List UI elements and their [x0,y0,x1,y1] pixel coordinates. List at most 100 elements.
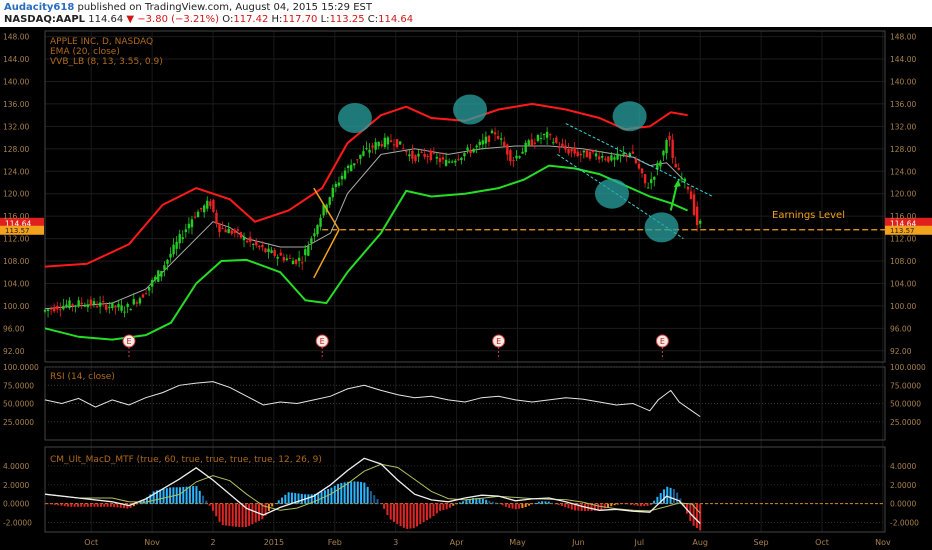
macd-tick-label-left: 2.0000 [3,481,29,490]
macd-tick-label: 4.0000 [890,462,916,471]
macd-histogram-bar [491,501,494,504]
candle-body [279,252,282,256]
candle-body [527,140,530,146]
candle-body [150,279,154,287]
macd-histogram-bar [630,503,633,505]
y-tick-label-right: 128.00 [890,145,916,154]
candle-body [469,150,472,154]
macd-histogram-bar [603,503,606,509]
candle-body [625,154,628,156]
candle-body [65,304,68,307]
macd-histogram-bar [518,503,521,509]
legend-vvb: VVB_LB (8, 13, 3.55, 0.9) [50,57,163,67]
macd-histogram-bar [202,495,205,504]
macd-histogram-bar [412,503,415,529]
macd-histogram-bar [350,481,353,504]
macd-histogram-bar [544,501,547,504]
macd-histogram-bar [495,502,498,504]
macd-histogram-bar [531,503,534,505]
macd-histogram-bar [666,486,669,504]
macd-histogram-bar [346,481,349,504]
y-tick-label-left: 92.00 [3,347,25,356]
candle-body [594,153,598,157]
candle-body [414,155,417,161]
candle-body [643,174,647,184]
x-tick-label: 3 [393,538,398,547]
macd-histogram-bar [106,503,109,507]
y-tick-label-left: 124.00 [3,167,29,176]
candle-body [267,248,270,253]
candle-body [395,139,399,148]
candle-body [46,309,50,311]
macd-histogram-bar [369,491,372,504]
macd-histogram-bar [419,503,422,525]
rsi-tick-label-left: 100.0000 [3,363,39,372]
candle-body [221,228,224,230]
candle-body [561,143,564,147]
candle-body [646,187,650,189]
legend-symbol: APPLE INC, D, NASDAQ [50,37,153,47]
macd-histogram-bar [228,503,231,526]
candle-body [536,135,540,141]
candle-body [147,286,151,291]
x-tick-label: Feb [328,538,342,547]
candle-body [193,216,197,218]
candle-body [132,299,135,305]
candle-body [187,223,191,229]
candle-body [454,160,457,163]
author-link[interactable]: Audacity618 [4,2,74,13]
macd-histogram-bar [113,503,116,508]
symbol: NASDAQ:AAPL [4,14,86,25]
macd-histogram-bar [234,503,237,527]
x-tick-label: Nov [144,538,160,547]
candle-body [567,149,570,154]
macd-histogram-bar [429,503,432,519]
candle-body [463,153,466,157]
rsi-tick-label-left: 50.0000 [3,400,34,409]
candle-body [163,265,166,270]
macd-histogram-bar [695,503,698,529]
candle-body [674,163,677,168]
price-chart[interactable]: E E E E114.64113.57114.64113.57 100.0000100… [0,27,932,550]
macd-histogram-bar [478,498,481,504]
candle-body [92,301,96,305]
publish-line: Audacity618 published on TradingView.com… [4,2,372,13]
candle-body [304,249,307,256]
candle-body [588,151,592,159]
candle-body [402,148,405,150]
macd-histogram-bar [485,499,488,504]
candle-body [181,237,184,240]
macd-histogram-bar [188,486,191,504]
macd-histogram-bar [554,503,557,505]
macd-histogram-bar [57,503,60,506]
candle-body [120,305,123,311]
candle-body [478,141,481,146]
candle-body [383,137,387,148]
candle-body [349,164,353,172]
macd-histogram-bar [238,503,241,528]
candle-body [686,186,690,190]
macd-histogram-bar [178,487,181,504]
y-tick-label-right: 124.00 [890,167,916,176]
macd-histogram-bar [60,503,63,506]
macd-tick-label-left: 4.0000 [3,462,29,471]
x-tick-label: May [509,538,526,547]
macd-histogram-bar [393,503,396,522]
macd-histogram-bar [192,486,195,504]
candle-body [227,228,230,234]
last-price: 114.64 [88,14,124,25]
candle-body [539,138,543,140]
macd-histogram-bar [254,503,257,523]
macd-histogram-bar [616,503,619,505]
candle-body [68,300,71,309]
earnings-level-label: Earnings Level [772,210,845,221]
candle-body [114,305,117,308]
macd-histogram-bar [136,503,139,505]
macd-histogram-bar [442,503,445,511]
legend-macd: CM_Ult_MacD_MTF (true, 60, true, true, t… [50,455,322,465]
candle-body [343,170,347,179]
candle-body [178,234,181,244]
macd-histogram-bar [534,502,537,504]
candle-body [74,305,77,307]
candle-body [196,211,200,218]
